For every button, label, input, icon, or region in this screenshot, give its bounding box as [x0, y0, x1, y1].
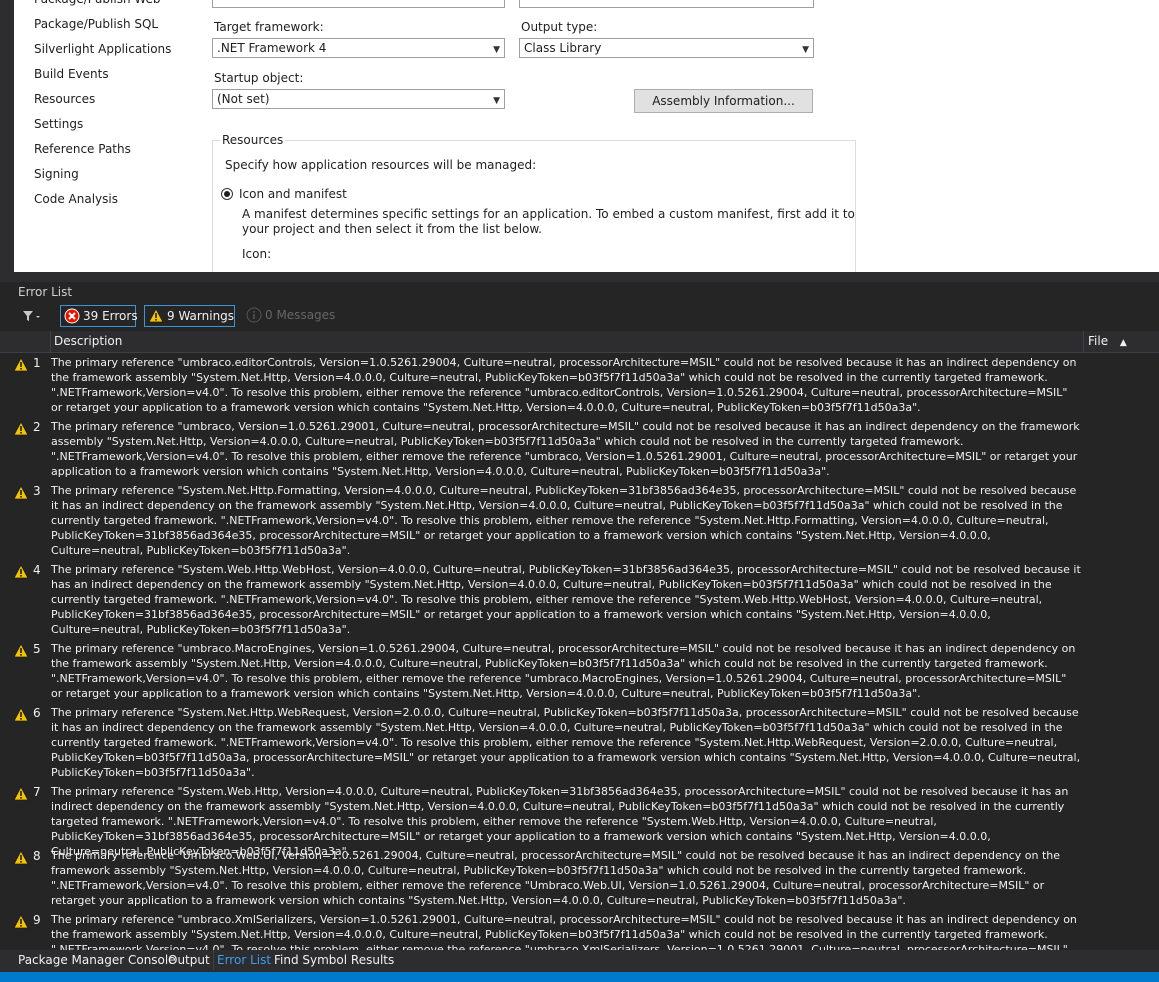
warning-icon — [13, 786, 29, 805]
row-description: The primary reference "umbraco.editorCon… — [51, 356, 1077, 414]
output-type-value: Class Library — [524, 41, 602, 55]
row-number: 3 — [33, 484, 41, 498]
nav-item-reference-paths[interactable]: Reference Paths — [34, 137, 171, 162]
output-type-select[interactable]: Class Library ▼ — [519, 38, 814, 58]
warning-icon — [13, 914, 29, 933]
tab-package-manager-console[interactable]: Package Manager Console — [18, 953, 176, 967]
table-row[interactable]: 2 The primary reference "umbraco, Versio… — [0, 418, 1159, 482]
row-description: The primary reference "umbraco, Version=… — [51, 420, 1080, 478]
icon-manifest-radio[interactable] — [221, 188, 233, 200]
error-list-rows: 1 The primary reference "umbraco.editorC… — [0, 354, 1159, 950]
info-icon — [246, 307, 262, 329]
column-separator — [50, 331, 51, 352]
column-header-file[interactable]: File ▲ — [1088, 334, 1127, 348]
column-header-description[interactable]: Description — [54, 334, 122, 348]
nav-item-package-publish-web[interactable]: Package/Publish Web — [34, 0, 171, 12]
error-list-title: Error List — [18, 285, 73, 299]
table-row[interactable]: 6 The primary reference "System.Net.Http… — [0, 704, 1159, 783]
row-number: 8 — [33, 849, 41, 863]
warning-icon — [13, 485, 29, 504]
warning-icon — [13, 564, 29, 583]
warning-icon — [148, 308, 164, 330]
icon-label: Icon: — [242, 247, 272, 261]
assembly-information-button[interactable]: Assembly Information... — [634, 89, 813, 113]
row-number: 4 — [33, 563, 41, 577]
column-separator — [1083, 331, 1084, 352]
default-namespace-field[interactable] — [519, 0, 814, 8]
project-properties-pane: Package/Publish Web Package/Publish SQL … — [0, 0, 1159, 272]
manifest-description-1: A manifest determines specific settings … — [242, 207, 855, 221]
error-list-toolbar: 39 Errors 9 Warnings 0 Messages — [0, 303, 1159, 331]
row-number: 6 — [33, 706, 41, 720]
row-number: 1 — [33, 356, 41, 370]
target-framework-label: Target framework: — [214, 20, 324, 34]
resources-group-title: Resources — [220, 133, 286, 147]
warning-icon — [13, 707, 29, 726]
row-number: 5 — [33, 642, 41, 656]
left-gutter — [0, 0, 14, 272]
tab-find-symbol-results[interactable]: Find Symbol Results — [274, 953, 394, 967]
column-header-file-label: File — [1088, 334, 1109, 348]
filter-icon[interactable] — [22, 310, 40, 325]
row-description: The primary reference "Umbraco.Web.UI, V… — [51, 849, 1061, 907]
resources-description: Specify how application resources will b… — [225, 158, 537, 172]
error-list-header: Description File ▲ — [0, 331, 1159, 353]
chevron-down-icon: ▼ — [802, 45, 809, 55]
status-bar — [0, 972, 1159, 982]
tool-window-tabs: Package Manager Console Output Error Lis… — [0, 950, 1159, 972]
nav-item-package-publish-sql[interactable]: Package/Publish SQL — [34, 12, 171, 37]
target-framework-select[interactable]: .NET Framework 4 ▼ — [212, 38, 505, 58]
messages-count-label: 0 Messages — [265, 308, 336, 322]
tab-error-list[interactable]: Error List — [212, 950, 271, 970]
properties-nav: Package/Publish Web Package/Publish SQL … — [34, 0, 171, 212]
warning-icon — [13, 421, 29, 440]
row-description: The primary reference "System.Web.Http.W… — [51, 563, 1081, 636]
row-description: The primary reference "System.Net.Http.F… — [51, 484, 1077, 557]
nav-item-signing[interactable]: Signing — [34, 162, 171, 187]
warning-icon — [13, 643, 29, 662]
nav-item-code-analysis[interactable]: Code Analysis — [34, 187, 171, 212]
manifest-description-2: your project and then select it from the… — [242, 222, 542, 236]
nav-item-silverlight[interactable]: Silverlight Applications — [34, 37, 171, 62]
table-row[interactable]: 1 The primary reference "umbraco.editorC… — [0, 354, 1159, 418]
table-row[interactable]: 3 The primary reference "System.Net.Http… — [0, 482, 1159, 561]
icon-manifest-label: Icon and manifest — [239, 187, 347, 201]
messages-filter-button[interactable]: 0 Messages — [243, 305, 336, 329]
errors-filter-button[interactable]: 39 Errors — [60, 305, 138, 330]
table-row[interactable]: 9 The primary reference "umbraco.XmlSeri… — [0, 911, 1159, 950]
startup-object-select[interactable]: (Not set) ▼ — [212, 89, 505, 109]
table-row[interactable]: 5 The primary reference "umbraco.MacroEn… — [0, 640, 1159, 704]
errors-count-label: 39 Errors — [83, 309, 138, 323]
error-icon — [64, 308, 80, 330]
nav-item-settings[interactable]: Settings — [34, 112, 171, 137]
row-number: 7 — [33, 785, 41, 799]
nav-item-resources[interactable]: Resources — [34, 87, 171, 112]
chevron-down-icon: ▼ — [493, 96, 500, 106]
warnings-count-label: 9 Warnings — [167, 309, 235, 323]
row-description: The primary reference "System.Net.Http.W… — [51, 706, 1081, 779]
row-description: The primary reference "umbraco.XmlSerial… — [51, 913, 1077, 950]
target-framework-value: .NET Framework 4 — [217, 41, 327, 55]
chevron-down-icon: ▼ — [493, 45, 500, 55]
row-number: 2 — [33, 420, 41, 434]
error-list-panel: Error List 39 Errors 9 Warnings 0 Messag… — [0, 282, 1159, 950]
table-row[interactable]: 4 The primary reference "System.Web.Http… — [0, 561, 1159, 640]
warnings-filter-button[interactable]: 9 Warnings — [144, 305, 235, 327]
startup-object-label: Startup object: — [214, 71, 304, 85]
startup-object-value: (Not set) — [217, 92, 270, 106]
warning-icon — [13, 850, 29, 869]
tab-output[interactable]: Output — [168, 953, 210, 967]
table-row[interactable]: 8 The primary reference "Umbraco.Web.UI,… — [0, 847, 1159, 911]
output-type-label: Output type: — [521, 20, 598, 34]
table-row[interactable]: 7 The primary reference "System.Web.Http… — [0, 783, 1159, 858]
assembly-name-field[interactable] — [212, 0, 505, 8]
warning-icon — [13, 357, 29, 376]
row-description: The primary reference "umbraco.MacroEngi… — [51, 642, 1076, 700]
sort-ascending-icon: ▲ — [1119, 338, 1127, 348]
row-number: 9 — [33, 913, 41, 927]
nav-item-build-events[interactable]: Build Events — [34, 62, 171, 87]
